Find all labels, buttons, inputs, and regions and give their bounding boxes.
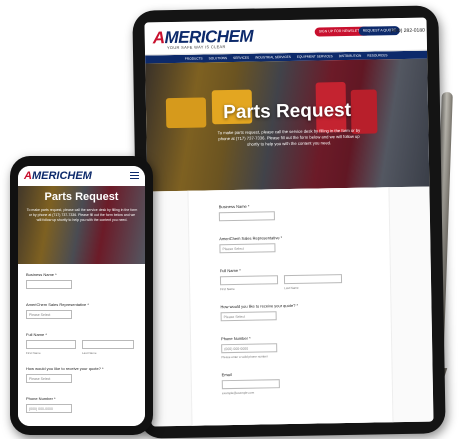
full-name-label: Full Name * (219, 267, 241, 274)
rep-select[interactable]: Please Select (219, 243, 276, 254)
tablet-screen: AMERICHEM YOUR SAFE WAY IS CLEAR SIGN UP… (144, 17, 434, 427)
mobile-hero: Parts Request To make parts request, ple… (18, 186, 145, 264)
mobile-full-name-label: Full Name * (26, 332, 47, 337)
contact-method-select[interactable]: Please Select (220, 311, 277, 322)
phone-sublabel: Please enter a valid phone number (221, 354, 268, 360)
mobile-last-name-input[interactable] (82, 340, 134, 349)
mobile-last-name-sublabel: Last Name (82, 351, 97, 355)
hero-banner: Parts Request To make parts request, ple… (145, 58, 430, 192)
mobile-form: Business Name * AmeriChem Sales Represen… (18, 264, 145, 426)
first-name-input[interactable] (219, 275, 279, 286)
mobile-rep-select[interactable]: Please Select (26, 310, 72, 319)
page-title: Parts Request (223, 99, 352, 124)
mobile-page-title: Parts Request (44, 191, 119, 203)
phone-device: AMERICHEM Parts Request To make parts re… (10, 156, 153, 435)
rep-label: AmeriChem Sales Representative * (219, 235, 283, 242)
first-name-sublabel: First Name (220, 286, 235, 292)
mobile-business-name-input[interactable] (26, 280, 72, 289)
mobile-contact-method-select[interactable]: Please Select (26, 374, 72, 383)
last-name-input[interactable] (283, 274, 343, 285)
phone-label: Phone Number * (220, 335, 251, 342)
header-phone[interactable]: (800) 282-0180 (391, 28, 425, 35)
nav-item-resources[interactable]: RESOURCES (367, 53, 387, 57)
tablet-device: AMERICHEM YOUR SAFE WAY IS CLEAR SIGN UP… (132, 5, 446, 439)
mobile-contact-method-label: How would you like to receive your quote… (26, 366, 104, 371)
mobile-rep-label: AmeriChem Sales Representative * (26, 302, 89, 307)
hero-description: To make parts request, please call the s… (217, 127, 361, 147)
phone-input[interactable]: (000) 000-0000 (221, 343, 278, 354)
nav-item-distribution[interactable]: DISTRIBUTION (339, 54, 362, 58)
mobile-first-name-input[interactable] (26, 340, 76, 349)
nav-item-industrial-services[interactable]: INDUSTRIAL SERVICES (255, 55, 291, 60)
nav-item-equipment-services[interactable]: EQUIPMENT SERVICES (297, 54, 333, 59)
email-label: Email (221, 372, 232, 378)
contact-method-label: How would you like to receive your quote… (220, 302, 299, 310)
nav-item-services[interactable]: SERVICES (233, 56, 249, 60)
site-header: AMERICHEM YOUR SAFE WAY IS CLEAR SIGN UP… (144, 17, 428, 56)
mobile-first-name-sublabel: First Name (26, 351, 41, 355)
hamburger-menu-icon[interactable] (130, 172, 139, 179)
email-input[interactable] (221, 379, 280, 390)
mobile-header: AMERICHEM (18, 166, 145, 186)
parts-request-form: Business Name * AmeriChem Sales Represen… (187, 187, 394, 427)
mobile-business-name-label: Business Name * (26, 272, 57, 277)
mobile-hero-description: To make parts request, please call the s… (26, 208, 138, 222)
logo-tagline: YOUR SAFE WAY IS CLEAR (166, 44, 226, 51)
mobile-phone-label: Phone Number * (26, 396, 56, 401)
business-name-label: Business Name * (218, 203, 250, 210)
nav-item-solutions[interactable]: SOLUTIONS (209, 56, 227, 60)
mobile-phone-input[interactable]: (000) 000-0000 (26, 404, 72, 413)
phone-screen: AMERICHEM Parts Request To make parts re… (18, 166, 145, 426)
nav-item-products[interactable]: PRODUCTS (185, 56, 203, 60)
form-section: Business Name * AmeriChem Sales Represen… (147, 186, 434, 427)
email-sublabel: example@example.com (221, 390, 255, 396)
mobile-logo[interactable]: AMERICHEM (24, 170, 92, 182)
last-name-sublabel: Last Name (284, 285, 299, 291)
business-name-input[interactable] (218, 211, 275, 222)
